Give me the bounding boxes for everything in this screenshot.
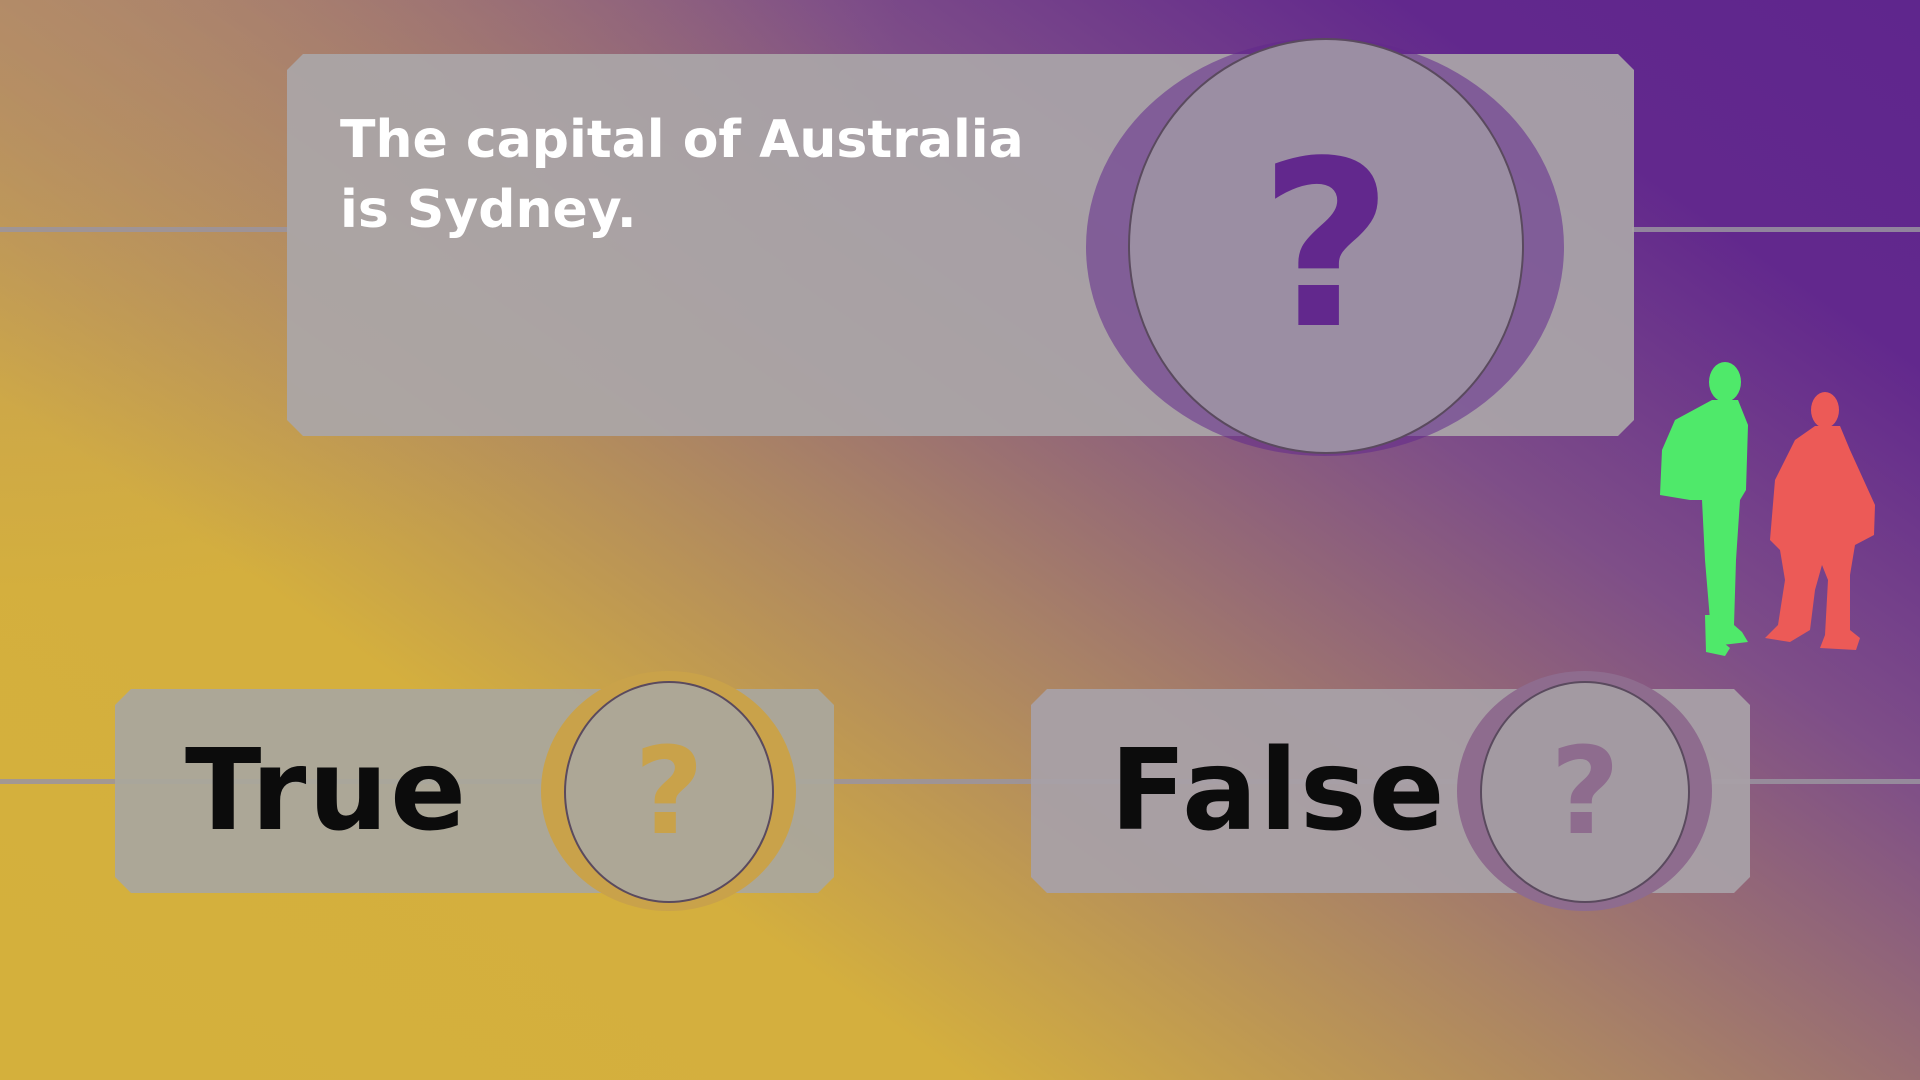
answer-true-label[interactable]: True xyxy=(185,726,468,856)
question-mark-icon: ? xyxy=(1259,112,1393,380)
question-badge: ? xyxy=(1128,38,1524,454)
question-mark-icon: ? xyxy=(1550,722,1620,862)
person-red-icon xyxy=(1765,392,1875,650)
person-green-icon xyxy=(1660,362,1748,656)
answer-false-label[interactable]: False xyxy=(1110,726,1447,856)
people-silhouettes xyxy=(1660,362,1875,656)
answer-false-badge: ? xyxy=(1480,681,1690,903)
divider-line-top-right xyxy=(1632,227,1920,232)
question-mark-icon: ? xyxy=(634,722,704,862)
divider-line-top-left xyxy=(0,227,290,232)
question-text: The capital of Australia is Sydney. xyxy=(340,110,1024,240)
answer-true-badge: ? xyxy=(564,681,774,903)
